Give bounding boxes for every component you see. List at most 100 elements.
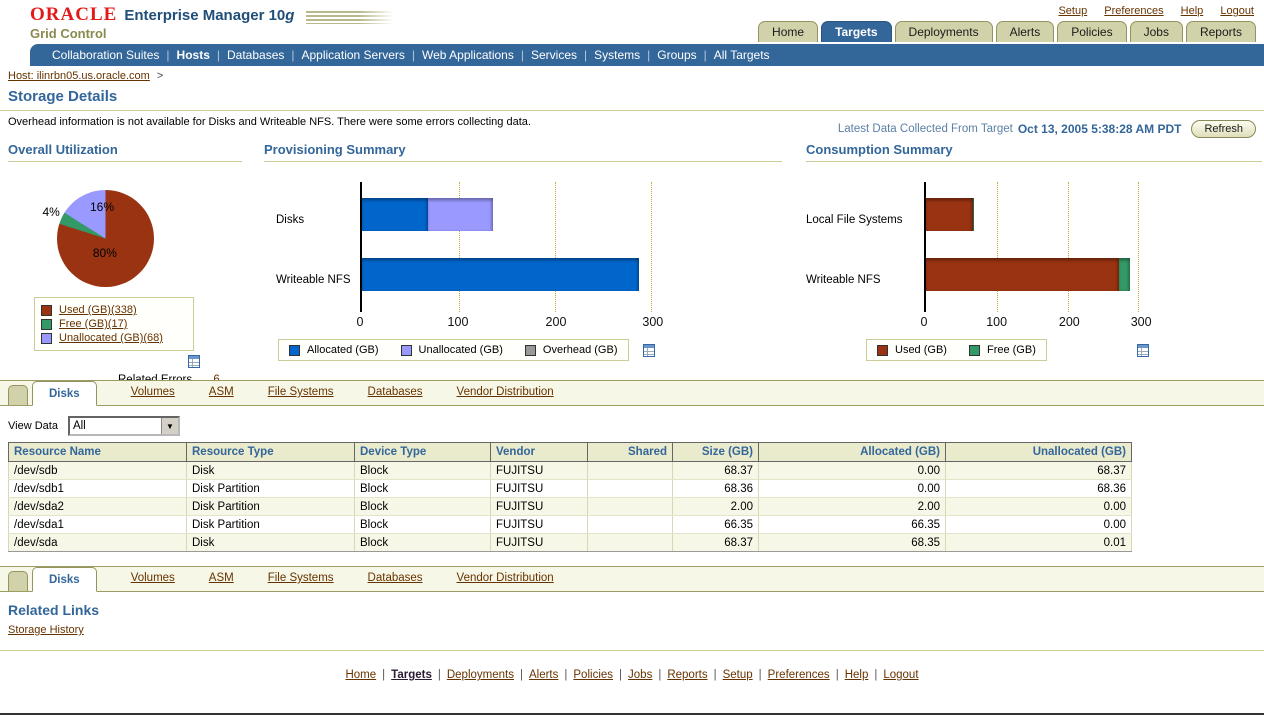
table-cell: Block	[355, 516, 491, 534]
provisioning-table-view-icon[interactable]	[643, 344, 655, 357]
tab-alerts[interactable]: Alerts	[996, 21, 1055, 42]
tab-reports[interactable]: Reports	[1186, 21, 1256, 42]
footer-setup[interactable]: Setup	[723, 669, 753, 681]
setup-link[interactable]: Setup	[1058, 5, 1087, 17]
detail-tab-file-systems[interactable]: File Systems	[268, 566, 334, 591]
detail-tab-vendor-distribution[interactable]: Vendor Distribution	[457, 380, 554, 405]
free-legend-link[interactable]: Free (GB)(17)	[59, 318, 127, 330]
utility-links: Setup Preferences Help Logout	[1044, 5, 1254, 17]
bar-disks-allocated[interactable]	[362, 198, 428, 231]
view-data-value: All	[70, 418, 161, 434]
detail-tab-file-systems[interactable]: File Systems	[268, 380, 334, 405]
footer-targets[interactable]: Targets	[391, 669, 432, 681]
pie-table-view-icon[interactable]	[188, 355, 200, 368]
table-header-row: Resource Name Resource Type Device Type …	[9, 443, 1132, 462]
col-device-type: Device Type	[355, 443, 491, 462]
footer-alerts[interactable]: Alerts	[529, 669, 558, 681]
bar-writeable-nfs[interactable]	[926, 258, 1139, 291]
preferences-link[interactable]: Preferences	[1104, 5, 1163, 17]
footer-policies[interactable]: Policies	[573, 669, 613, 681]
view-data-label: View Data	[8, 420, 58, 432]
table-cell	[588, 462, 673, 480]
detail-tab-asm[interactable]: ASM	[209, 566, 234, 591]
footer-preferences[interactable]: Preferences	[768, 669, 830, 681]
detail-tab-volumes[interactable]: Volumes	[131, 566, 175, 591]
view-data-select[interactable]: All ▼	[68, 416, 180, 436]
tab-jobs[interactable]: Jobs	[1130, 21, 1183, 42]
bar-writeable-nfs[interactable]	[362, 258, 652, 291]
tick-300: 300	[642, 315, 663, 329]
oracle-logo: ORACLE	[30, 4, 117, 25]
breadcrumb-host-link[interactable]: Host: ilinrbn05.us.oracle.com	[8, 70, 150, 82]
table-row[interactable]: /dev/sdb1Disk PartitionBlockFUJITSU68.36…	[9, 480, 1132, 498]
storage-history-link[interactable]: Storage History	[8, 624, 84, 636]
footer-reports[interactable]: Reports	[667, 669, 707, 681]
table-cell: 68.36	[673, 480, 759, 498]
detail-tab-databases[interactable]: Databases	[368, 566, 423, 591]
subnav-hosts[interactable]: Hosts	[177, 48, 210, 62]
bar-local-file-systems[interactable]	[926, 198, 1139, 231]
footer-home[interactable]: Home	[345, 669, 376, 681]
subnav-all-targets[interactable]: All Targets	[714, 48, 770, 62]
used-legend-link[interactable]: Used (GB)(338)	[59, 304, 137, 316]
subnav-databases[interactable]: Databases	[227, 48, 284, 62]
table-row[interactable]: /dev/sdaDiskBlockFUJITSU68.3768.350.01	[9, 534, 1132, 552]
related-links-title: Related Links	[0, 592, 1264, 622]
tab-policies[interactable]: Policies	[1057, 21, 1126, 42]
col-size: Size (GB)	[673, 443, 759, 462]
provisioning-summary-title: Provisioning Summary	[264, 142, 782, 162]
pie-label-free: 4%	[42, 205, 59, 219]
latest-data-row: Latest Data Collected From Target Oct 13…	[838, 120, 1256, 138]
help-link[interactable]: Help	[1181, 5, 1204, 17]
footer-deployments[interactable]: Deployments	[447, 669, 514, 681]
decorative-lines	[306, 11, 394, 24]
bar-lfs-used[interactable]	[926, 198, 973, 231]
used-swatch	[877, 345, 888, 356]
subnav-separator: |	[584, 48, 587, 62]
subnav-groups[interactable]: Groups	[657, 48, 696, 62]
subnav-collaboration-suites[interactable]: Collaboration Suites	[52, 48, 159, 62]
subnav-application-servers[interactable]: Application Servers	[302, 48, 405, 62]
bar-nfs-used[interactable]	[926, 258, 1119, 291]
tick-0: 0	[921, 315, 928, 329]
bar-nfs-free[interactable]	[1119, 258, 1130, 291]
table-cell: FUJITSU	[491, 534, 588, 552]
detail-tab-disks[interactable]: Disks	[32, 381, 97, 406]
detail-tab-databases[interactable]: Databases	[368, 380, 423, 405]
bar-disks[interactable]	[362, 198, 652, 231]
subnav-systems[interactable]: Systems	[594, 48, 640, 62]
category-label-writeable-nfs: Writeable NFS	[806, 274, 881, 286]
unallocated-legend-link[interactable]: Unallocated (GB)(68)	[59, 332, 163, 344]
tab-home[interactable]: Home	[758, 21, 818, 42]
tab-targets[interactable]: Targets	[821, 21, 891, 42]
table-row[interactable]: /dev/sda2Disk PartitionBlockFUJITSU2.002…	[9, 498, 1132, 516]
footer-help[interactable]: Help	[845, 669, 869, 681]
bar-lfs-free[interactable]	[973, 198, 974, 231]
tick-300: 300	[1131, 315, 1152, 329]
table-cell: /dev/sdb1	[9, 480, 187, 498]
tab-deployments[interactable]: Deployments	[895, 21, 993, 42]
col-shared: Shared	[588, 443, 673, 462]
bar-nfs-allocated[interactable]	[362, 258, 639, 291]
category-label-disks: Disks	[276, 214, 304, 226]
table-row[interactable]: /dev/sdbDiskBlockFUJITSU68.370.0068.37	[9, 462, 1132, 480]
table-cell: Disk Partition	[187, 516, 355, 534]
subnav-services[interactable]: Services	[531, 48, 577, 62]
logout-link[interactable]: Logout	[1220, 5, 1254, 17]
detail-tab-disks[interactable]: Disks	[32, 567, 97, 592]
refresh-button[interactable]: Refresh	[1191, 120, 1256, 138]
legend-used: Used (GB)	[877, 344, 947, 356]
consumption-table-view-icon[interactable]	[1137, 344, 1149, 357]
dropdown-arrow-icon[interactable]: ▼	[161, 418, 178, 434]
detail-tab-asm[interactable]: ASM	[209, 380, 234, 405]
bar-disks-unallocated[interactable]	[428, 198, 494, 231]
subnav-web-applications[interactable]: Web Applications	[422, 48, 514, 62]
footer-logout[interactable]: Logout	[883, 669, 918, 681]
target-subnav: Collaboration Suites|Hosts|Databases|App…	[30, 44, 1264, 66]
consumption-legend: Used (GB) Free (GB)	[866, 339, 1047, 361]
footer-jobs[interactable]: Jobs	[628, 669, 652, 681]
col-unallocated: Unallocated (GB)	[946, 443, 1132, 462]
table-row[interactable]: /dev/sda1Disk PartitionBlockFUJITSU66.35…	[9, 516, 1132, 534]
detail-tab-vendor-distribution[interactable]: Vendor Distribution	[457, 566, 554, 591]
detail-tab-volumes[interactable]: Volumes	[131, 380, 175, 405]
